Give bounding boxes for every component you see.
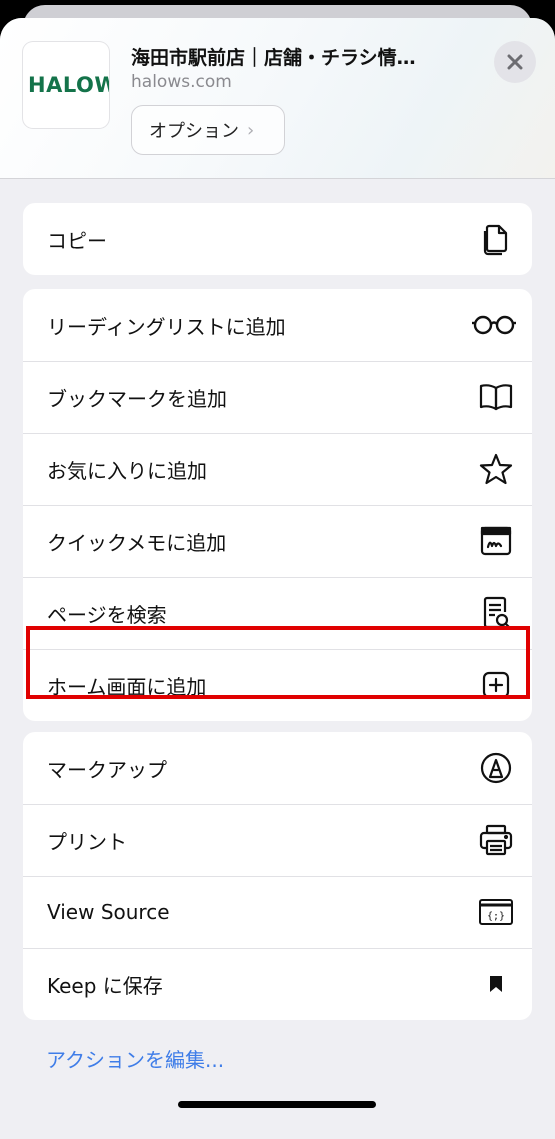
action-add-favorites[interactable]: お気に入りに追加 (23, 433, 532, 505)
home-indicator[interactable] (178, 1101, 376, 1108)
star-icon (478, 451, 514, 487)
action-add-reading-list[interactable]: リーディングリストに追加 (23, 289, 532, 361)
printer-icon (478, 822, 514, 858)
action-view-source[interactable]: View Source {;} (23, 876, 532, 948)
action-label: View Source (47, 900, 170, 924)
source-code-icon: {;} (478, 894, 514, 930)
svg-text:{;}: {;} (487, 911, 505, 922)
favicon-logo-text: HALOWS (28, 73, 109, 97)
action-label: ブックマークを追加 (47, 386, 227, 411)
page-domain: halows.com (131, 72, 232, 92)
highlight-box (26, 626, 530, 699)
options-button[interactable]: オプション › (131, 105, 285, 155)
share-sheet-header: HALOWS 海田市駅前店｜店舗・チラシ情… halows.com オプション … (0, 18, 555, 179)
quick-note-icon (478, 523, 514, 559)
share-sheet: HALOWS 海田市駅前店｜店舗・チラシ情… halows.com オプション … (0, 18, 555, 1139)
markup-pen-icon (478, 750, 514, 786)
action-label: お気に入りに追加 (47, 458, 207, 483)
close-button[interactable] (494, 41, 536, 83)
action-label: Keep に保存 (47, 973, 163, 998)
bookmark-icon (478, 966, 514, 1002)
action-label: ページを検索 (47, 602, 167, 627)
close-icon (507, 54, 523, 70)
book-icon (478, 379, 514, 415)
page-title: 海田市駅前店｜店舗・チラシ情… (131, 47, 416, 69)
edit-actions-link[interactable]: アクションを編集... (46, 1044, 224, 1073)
glasses-icon (470, 307, 518, 343)
action-label: クイックメモに追加 (47, 530, 227, 555)
action-add-bookmark[interactable]: ブックマークを追加 (23, 361, 532, 433)
action-save-to-keep[interactable]: Keep に保存 (23, 948, 532, 1020)
action-markup[interactable]: マークアップ (23, 732, 532, 804)
copy-icon (478, 221, 514, 257)
action-label: リーディングリストに追加 (47, 314, 286, 339)
action-label: プリント (47, 829, 127, 854)
options-label: オプション (149, 121, 239, 142)
chevron-right-icon: › (247, 119, 255, 141)
site-favicon: HALOWS (23, 42, 109, 128)
action-print[interactable]: プリント (23, 804, 532, 876)
action-add-quick-note[interactable]: クイックメモに追加 (23, 505, 532, 577)
action-group-copy: コピー (23, 203, 532, 275)
action-label: コピー (47, 228, 107, 253)
action-label: マークアップ (47, 757, 167, 782)
action-copy[interactable]: コピー (23, 203, 532, 275)
action-group-extra: マークアップ プリント View Source {;} Keep に保存 (23, 732, 532, 1020)
